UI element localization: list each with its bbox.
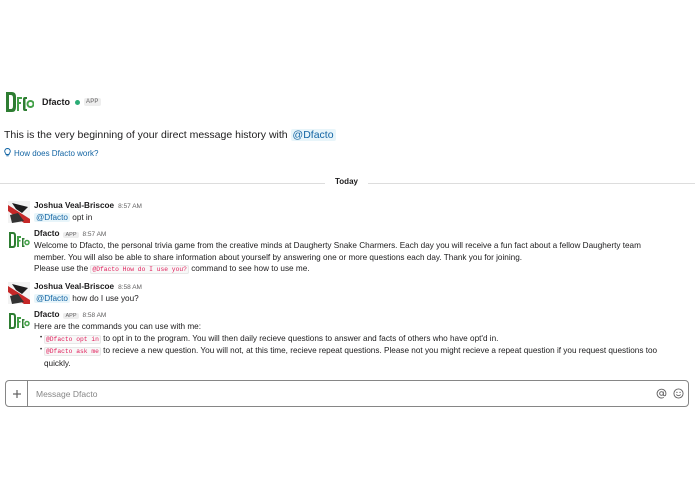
message-meta: Joshua Veal-Briscoe 8:58 AM (34, 282, 684, 293)
inline-code: @Dfacto How do I use you? (90, 265, 189, 275)
dfacto-avatar[interactable] (8, 229, 30, 251)
history-start-text: This is the very beginning of your direc… (4, 129, 336, 141)
avatar[interactable] (8, 282, 30, 304)
timestamp[interactable]: 8:57 AM (118, 203, 142, 210)
mention-link[interactable]: @Dfacto (34, 213, 70, 222)
message-composer (5, 380, 689, 407)
inline-code: @Dfacto opt in (44, 334, 101, 344)
help-link[interactable]: How does Dfacto work? (4, 148, 98, 159)
message-text-content: Please use the (34, 264, 91, 274)
presence-icon (75, 99, 81, 105)
mention-link[interactable]: @Dfacto (290, 129, 336, 141)
list-item-content: to opt in to the program. You will then … (100, 333, 499, 343)
author-name[interactable]: Dfacto (34, 310, 59, 319)
emoji-icon[interactable] (671, 387, 685, 401)
mention-link[interactable]: @Dfacto (34, 294, 70, 303)
inline-code: @Dfacto ask me (44, 347, 101, 357)
at-icon[interactable] (654, 387, 668, 401)
list-item-text: @Dfacto opt in to opt in to the program.… (44, 333, 684, 346)
plus-icon[interactable] (6, 381, 28, 406)
avatar[interactable] (8, 201, 30, 223)
message-line: Here are the commands you can use with m… (34, 322, 202, 331)
author-name[interactable]: Joshua Veal-Briscoe (34, 201, 114, 210)
message-text-content: command to see how to use me. (188, 264, 310, 274)
list-item-content: to recieve a new question. You will not,… (44, 346, 658, 368)
message-item: Dfacto APP 8:57 AM Welcome to Dfacto, th… (8, 229, 688, 279)
dfacto-avatar[interactable] (8, 310, 30, 332)
bot-name[interactable]: Dfacto (42, 97, 70, 107)
message-input[interactable] (28, 388, 654, 399)
author-name[interactable]: Dfacto (34, 229, 59, 238)
app-badge: APP (63, 232, 79, 238)
message-body: Joshua Veal-Briscoe 8:57 AM @Dfacto opt … (34, 201, 684, 224)
message-item: Joshua Veal-Briscoe 8:57 AM @Dfacto opt … (8, 201, 688, 225)
message-line: Please use the @Dfacto How do I use you?… (34, 263, 684, 276)
message-line: Welcome to Dfacto, the personal trivia g… (34, 241, 641, 250)
message-text-content: opt in (69, 213, 93, 222)
message-text-content: how do I use you? (69, 294, 139, 303)
bullet-icon: • (39, 347, 43, 354)
app-badge: APP (63, 313, 79, 319)
app-badge: APP (84, 98, 101, 106)
message-line: member. You will also be able to share i… (34, 252, 523, 262)
message-text: @Dfacto how do I use you? (34, 293, 684, 305)
lightbulb-icon (4, 148, 11, 159)
message-body: Dfacto APP 8:57 AM Welcome to Dfacto, th… (34, 229, 684, 276)
message-meta: Dfacto APP 8:57 AM (34, 229, 684, 240)
message-body: Joshua Veal-Briscoe 8:58 AM @Dfacto how … (34, 282, 684, 305)
timestamp[interactable]: 8:58 AM (118, 284, 142, 291)
list-item: • @Dfacto ask me to recieve a new questi… (34, 345, 684, 369)
message-item: Joshua Veal-Briscoe 8:58 AM @Dfacto how … (8, 282, 688, 306)
message-item: Dfacto APP 8:58 AM Here are the commands… (8, 310, 688, 372)
timestamp[interactable]: 8:58 AM (83, 312, 107, 319)
timestamp[interactable]: 8:57 AM (83, 231, 107, 238)
history-start-label: This is the very beginning of your direc… (4, 129, 291, 141)
message-body: Dfacto APP 8:58 AM Here are the commands… (34, 310, 684, 369)
message-meta: Joshua Veal-Briscoe 8:57 AM (34, 201, 684, 212)
day-divider-label[interactable]: Today (325, 176, 368, 187)
message-text: @Dfacto opt in (34, 212, 684, 224)
channel-intro: Dfacto APP (4, 88, 604, 116)
message-meta: Dfacto APP 8:58 AM (34, 310, 684, 321)
bullet-icon: • (39, 334, 43, 341)
help-link-label[interactable]: How does Dfacto work? (14, 149, 98, 158)
intro-header: Dfacto APP (4, 88, 604, 116)
dfacto-logo (4, 88, 34, 116)
author-name[interactable]: Joshua Veal-Briscoe (34, 282, 114, 291)
list-item-text: @Dfacto ask me to recieve a new question… (44, 345, 684, 369)
list-item: • @Dfacto opt in to opt in to the progra… (34, 333, 684, 346)
